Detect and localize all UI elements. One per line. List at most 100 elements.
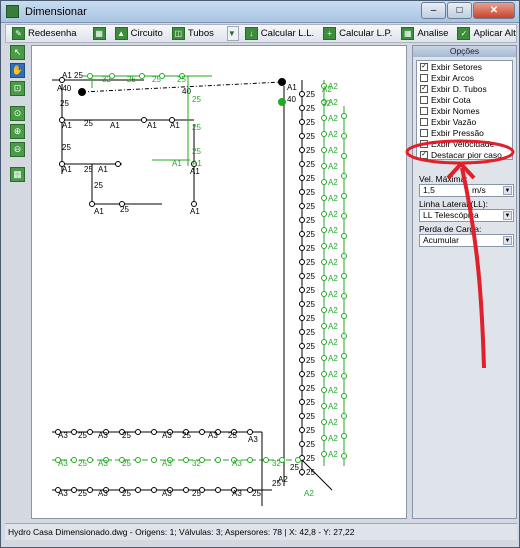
sprinkler-node [87,457,93,463]
zoom-out-icon[interactable]: ⊖ [10,142,25,157]
hand-pan-icon[interactable]: ✋ [10,63,25,78]
calculator-button[interactable]: ▦ [90,25,109,42]
sprinkler-node [199,429,205,435]
option-item[interactable]: Exbir Arcos [417,72,512,83]
diameter-label: 25 [306,426,315,435]
option-item[interactable]: ✓ Exbir D. Tubos [417,83,512,94]
sprinkler-node [299,469,305,475]
diameter-label: A1 [98,165,108,174]
diameter-label: 25 [306,384,315,393]
diameter-label: 25 [306,104,315,113]
linha-lateral-select[interactable]: LL Telescópica ▼ [419,209,514,222]
calcular-lp-button[interactable]: + Calcular L.P. [320,25,395,42]
sprinkler-node [87,429,93,435]
redesenha-button[interactable]: ✎ Redesenha [9,25,80,42]
sprinkler-node [341,273,347,279]
checkbox[interactable]: ✓ [420,62,428,71]
checkbox[interactable] [420,106,428,115]
sprinkler-node [321,339,327,345]
toolbar-dropdown[interactable]: ▼ [226,26,239,41]
analise-button[interactable]: ▦ Analise [398,25,451,42]
sprinkler-node [341,413,347,419]
analise-label: Analise [417,28,449,39]
checkbox[interactable]: ✓ [420,84,428,93]
close-button[interactable]: ✕ [473,2,515,19]
pipe-icon: ◫ [171,27,185,40]
diameter-label: 25 [60,99,69,108]
checkbox[interactable] [420,117,428,126]
circuito-button[interactable]: ▲ Circuito [112,25,166,42]
calcular-ll-button[interactable]: ↓ Calcular L.L. [242,25,317,42]
grid-view-icon[interactable]: ▦ [10,167,25,182]
checkbox[interactable] [420,128,428,137]
sprinkler-node [299,105,305,111]
tubos-button[interactable]: ◫ Tubos [169,25,217,42]
checkbox[interactable] [420,139,428,148]
vel-max-select[interactable]: 1,5 m/s ▼ [419,184,514,197]
sprinkler-node [299,343,305,349]
diameter-label: 25 [306,398,315,407]
check-icon: ✓ [457,27,471,40]
sprinkler-node [299,399,305,405]
sprinkler-node [299,287,305,293]
drawing-canvas[interactable]: A1 25 A1 25 A1 A1 A1 25 A1 25 A1 25 A1 25 A1 A1 25 A40 40 3… [31,45,407,519]
dropdown-arrow-icon: ▼ [227,29,236,38]
diameter-label: 25 [182,431,191,440]
sprinkler-node [263,457,269,463]
sprinkler-node [321,243,327,249]
sprinkler-node [341,213,347,219]
left-tool-strip: ↖ ✋ ⊡ ⊙ ⊕ ⊖ ▦ [10,45,28,185]
option-item[interactable]: Exbir Velocidade [417,138,512,149]
option-item[interactable]: ✓ Exbir Setores [417,61,512,72]
sprinkler-node [321,195,327,201]
diameter-label: 25 [306,300,315,309]
option-item[interactable]: Exbir Pressão [417,127,512,138]
sprinkler-node [299,189,305,195]
checkbox[interactable] [420,95,428,104]
option-label: Exbir Cota [431,94,471,105]
option-item[interactable]: Exbir Nomes [417,105,512,116]
option-item[interactable]: ✓ Destacar pior caso [417,149,512,159]
zoom-extents-icon[interactable]: ⊙ [10,106,25,121]
checkbox[interactable] [420,73,428,82]
checkbox[interactable]: ✓ [420,150,428,159]
diameter-label: A2 [328,178,338,187]
title-bar: Dimensionar – □ ✕ [1,1,519,23]
diameter-label: 25 [78,489,87,498]
sprinkler-node [299,133,305,139]
diameter-label: A2 [328,354,338,363]
minimize-button[interactable]: – [421,2,446,19]
sprinkler-node [183,487,189,493]
diameter-label: 25 [192,123,201,132]
pointer-icon[interactable]: ↖ [10,45,25,60]
cross-icon: + [323,27,337,40]
sprinkler-node [321,275,327,281]
diameter-label: A1 [190,207,200,216]
sprinkler-node [299,217,305,223]
zoom-window-icon[interactable]: ⊡ [10,81,25,96]
sprinkler-node [321,163,327,169]
perda-select[interactable]: Acumular ▼ [419,234,514,247]
arrow-down-icon: ↓ [244,27,258,40]
sprinkler-node [341,433,347,439]
sprinkler-node [299,91,305,97]
options-panel: Opções ✓ Exbir Setores Exbir Arcos ✓ Exbir D… [412,45,517,519]
sprinkler-node [295,457,301,463]
maximize-button[interactable]: □ [447,2,472,19]
aplicar-button[interactable]: ✓ Aplicar Alterações [454,25,516,42]
zoom-in-icon[interactable]: ⊕ [10,124,25,139]
sprinkler-node [341,113,347,119]
diameter-label: A1 [147,121,157,130]
sprinkler-node [341,293,347,299]
sprinkler-node [321,451,327,457]
sprinkler-node [71,487,77,493]
sprinkler-node [299,245,305,251]
diameter-label: A2 [328,450,338,459]
option-item[interactable]: Exbir Cota [417,94,512,105]
diameter-label: 25 [306,90,315,99]
option-item[interactable]: Exbir Vazão [417,116,512,127]
app-icon [6,5,19,18]
sprinkler-node [71,429,77,435]
diameter-label: A1 [192,159,202,168]
sprinkler-node [299,175,305,181]
